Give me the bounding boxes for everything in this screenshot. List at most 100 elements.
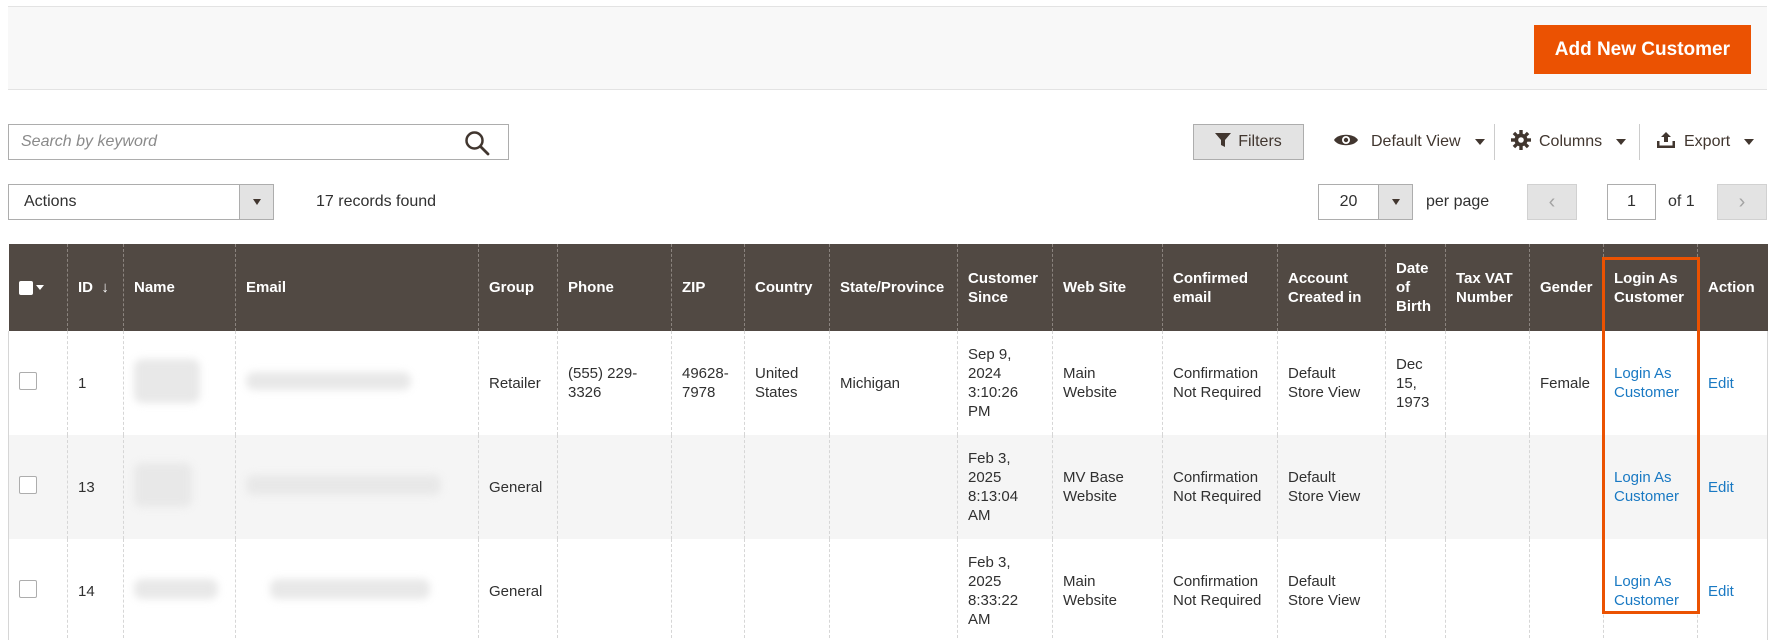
cell-login-as-customer: Login As Customer (1603, 331, 1698, 435)
cell-zip: 49628-7978 (671, 331, 745, 435)
redacted-name (134, 462, 192, 507)
column-header-phone[interactable]: Phone (557, 244, 672, 331)
search-icon[interactable] (464, 130, 490, 156)
per-page-select[interactable]: 20 (1318, 184, 1413, 220)
cell-gender (1529, 435, 1604, 539)
column-header-zip[interactable]: ZIP (671, 244, 745, 331)
redacted-email (246, 474, 441, 495)
grid-header-row: ID ↓ Name Email Group Phone ZIP Country … (8, 244, 1768, 331)
cell-account-created-in: Default Store View (1277, 435, 1386, 539)
toolbar-divider (1494, 124, 1495, 160)
cell-confirmed-email: Confirmation Not Required (1162, 435, 1278, 539)
column-header-state[interactable]: State/Province (829, 244, 958, 331)
default-view-dropdown[interactable]: Default View (1333, 124, 1485, 160)
previous-page-button[interactable]: ‹ (1527, 184, 1577, 220)
cell-name (123, 539, 236, 640)
cell-tax-vat (1445, 539, 1530, 640)
export-icon (1656, 131, 1676, 154)
cell-group: General (478, 435, 558, 539)
cell-website: Main Website (1052, 331, 1163, 435)
cell-phone (557, 539, 672, 640)
login-as-customer-link[interactable]: Login As Customer (1614, 469, 1679, 505)
eye-icon (1333, 132, 1359, 153)
filters-label: Filters (1238, 133, 1282, 150)
mass-select-header[interactable] (8, 244, 68, 331)
cell-confirmed-email: Confirmation Not Required (1162, 539, 1278, 640)
table-row: 14 General Feb 3, 2025 8:33:22 AM Main W… (8, 539, 1768, 640)
login-as-customer-link[interactable]: Login As Customer (1614, 365, 1679, 401)
column-header-group[interactable]: Group (478, 244, 558, 331)
chevron-down-icon (1616, 139, 1627, 145)
mass-actions-select[interactable]: Actions (8, 184, 274, 220)
cell-state (829, 539, 958, 640)
cell-action: Edit (1697, 539, 1768, 640)
edit-link[interactable]: Edit (1708, 583, 1734, 600)
column-header-confirmed-email[interactable]: Confirmed email (1162, 244, 1278, 331)
cell-website: MV Base Website (1052, 435, 1163, 539)
cell-account-created-in: Default Store View (1277, 331, 1386, 435)
cell-country (744, 539, 830, 640)
columns-dropdown[interactable]: Columns (1511, 124, 1627, 160)
row-checkbox[interactable] (19, 475, 37, 494)
current-page-input[interactable] (1607, 184, 1656, 220)
filters-button[interactable]: Filters (1193, 124, 1304, 160)
export-dropdown[interactable]: Export (1656, 124, 1755, 160)
column-header-gender[interactable]: Gender (1529, 244, 1604, 331)
edit-link[interactable]: Edit (1708, 375, 1734, 392)
cell-phone: (555) 229-3326 (557, 331, 672, 435)
add-new-customer-button[interactable]: Add New Customer (1533, 25, 1751, 74)
cell-group: General (478, 539, 558, 640)
funnel-icon (1215, 132, 1232, 153)
column-header-country[interactable]: Country (744, 244, 830, 331)
redacted-email (270, 578, 430, 599)
column-header-date-of-birth[interactable]: Date of Birth (1385, 244, 1446, 331)
cell-customer-since: Sep 9, 2024 3:10:26 PM (957, 331, 1053, 435)
cell-name (123, 435, 236, 539)
column-header-customer-since[interactable]: Customer Since (957, 244, 1053, 331)
next-page-button[interactable]: › (1717, 184, 1767, 220)
chevron-down-icon[interactable] (35, 285, 44, 290)
cell-date-of-birth: Dec 15, 1973 (1385, 331, 1446, 435)
table-row: 13 General Feb 3, 2025 8:13:04 AM MV Bas… (8, 435, 1768, 539)
search-input[interactable] (9, 125, 449, 159)
cell-account-created-in: Default Store View (1277, 539, 1386, 640)
cell-group: Retailer (478, 331, 558, 435)
chevron-down-icon (1744, 139, 1755, 145)
cell-country: United States (744, 331, 830, 435)
chevron-right-icon: › (1738, 190, 1746, 213)
column-header-name[interactable]: Name (123, 244, 236, 331)
cell-action: Edit (1697, 435, 1768, 539)
cell-id: 13 (67, 435, 124, 539)
column-header-id[interactable]: ID ↓ (67, 244, 124, 331)
column-header-tax-vat[interactable]: Tax VAT Number (1445, 244, 1530, 331)
column-header-action: Action (1697, 244, 1768, 331)
cell-email (235, 435, 479, 539)
mass-actions-label: Actions (24, 193, 77, 210)
row-checkbox[interactable] (19, 579, 37, 598)
cell-email (235, 331, 479, 435)
select-all-checkbox[interactable] (18, 280, 33, 295)
cell-tax-vat (1445, 435, 1530, 539)
column-header-login-as-customer[interactable]: Login As Customer (1603, 244, 1698, 331)
column-header-email[interactable]: Email (235, 244, 479, 331)
per-page-value: 20 (1339, 193, 1358, 210)
cell-email (235, 539, 479, 640)
login-as-customer-link[interactable]: Login As Customer (1614, 573, 1679, 609)
chevron-down-icon (1474, 139, 1485, 145)
sort-desc-icon: ↓ (101, 279, 109, 296)
customers-grid: ID ↓ Name Email Group Phone ZIP Country … (8, 244, 1768, 640)
gear-icon (1511, 129, 1531, 155)
page-actions-bar: Add New Customer (8, 6, 1767, 90)
cell-website: Main Website (1052, 539, 1163, 640)
row-checkbox[interactable] (19, 371, 37, 390)
default-view-label: Default View (1371, 133, 1461, 150)
redacted-name (134, 358, 200, 403)
column-header-website[interactable]: Web Site (1052, 244, 1163, 331)
cell-customer-since: Feb 3, 2025 8:33:22 AM (957, 539, 1053, 640)
toolbar-divider (1639, 124, 1640, 160)
column-header-account-created-in[interactable]: Account Created in (1277, 244, 1386, 331)
cell-id: 14 (67, 539, 124, 640)
edit-link[interactable]: Edit (1708, 479, 1734, 496)
cell-tax-vat (1445, 331, 1530, 435)
redacted-name (134, 578, 218, 599)
